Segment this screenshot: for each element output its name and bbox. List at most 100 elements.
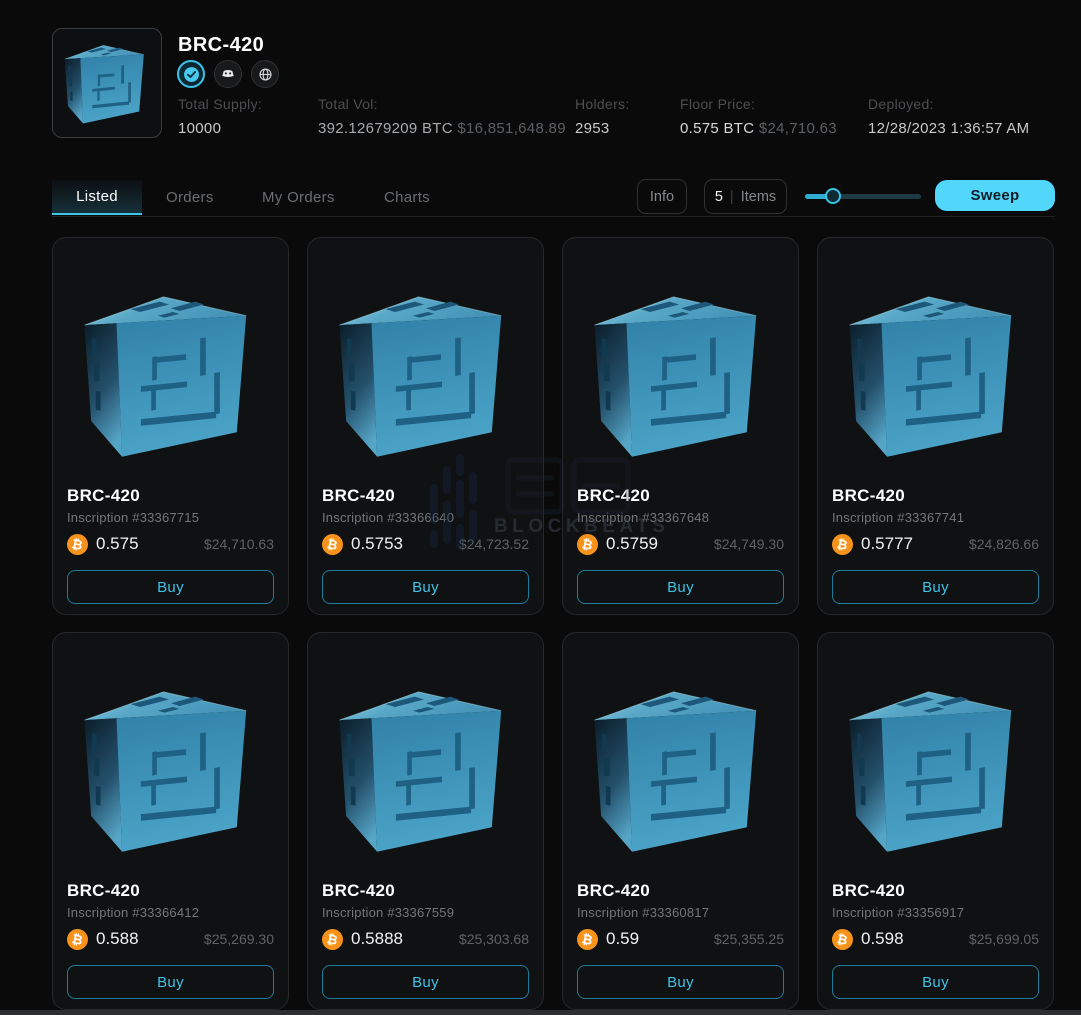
price-usd: $24,826.66	[969, 536, 1039, 552]
price-row: ₿ 0.588 $25,269.30	[67, 927, 274, 951]
stat-label: Deployed:	[868, 96, 1029, 112]
inscription-image	[308, 238, 543, 466]
listed-items-grid: BRC-420 Inscription #33367715 ₿ 0.575 $2…	[52, 237, 1055, 1010]
listing-card[interactable]: BRC-420 Inscription #33367715 ₿ 0.575 $2…	[52, 237, 289, 615]
price-btc: 0.5759	[606, 534, 658, 554]
stat-label: Total Vol:	[318, 96, 566, 112]
sweep-button[interactable]: Sweep	[935, 180, 1055, 211]
cube-image	[587, 675, 775, 863]
card-title: BRC-420	[832, 881, 905, 901]
stat-total-vol: Total Vol: 392.12679209 BTC $16,851,648.…	[318, 96, 566, 137]
cube-image	[77, 280, 265, 468]
buy-button[interactable]: Buy	[832, 570, 1039, 604]
buy-button[interactable]: Buy	[67, 570, 274, 604]
stat-value: 2953	[575, 120, 630, 137]
card-title: BRC-420	[67, 486, 140, 506]
cube-image	[587, 280, 775, 468]
stat-label: Holders:	[575, 96, 630, 112]
bitcoin-icon: ₿	[67, 534, 88, 555]
bitcoin-icon: ₿	[832, 534, 853, 555]
card-title: BRC-420	[322, 881, 395, 901]
inscription-image	[563, 238, 798, 466]
bitcoin-icon: ₿	[577, 534, 598, 555]
listing-card[interactable]: BRC-420 Inscription #33367559 ₿ 0.5888 $…	[307, 632, 544, 1010]
price-btc: 0.588	[96, 929, 139, 949]
items-label: Items	[741, 189, 776, 205]
card-inscription-number: Inscription #33367715	[67, 510, 199, 525]
info-button[interactable]: Info	[637, 179, 687, 214]
tabs-divider	[52, 216, 1055, 217]
price-row: ₿ 0.5777 $24,826.66	[832, 532, 1039, 556]
verified-icon[interactable]	[177, 60, 205, 88]
price-usd: $25,699.05	[969, 931, 1039, 947]
stat-value: 12/28/2023 1:36:57 AM	[868, 120, 1029, 137]
price-row: ₿ 0.598 $25,699.05	[832, 927, 1039, 951]
collection-badges	[177, 60, 279, 88]
listing-card[interactable]: BRC-420 Inscription #33356917 ₿ 0.598 $2…	[817, 632, 1054, 1010]
buy-button[interactable]: Buy	[832, 965, 1039, 999]
price-row: ₿ 0.5759 $24,749.30	[577, 532, 784, 556]
price-row: ₿ 0.575 $24,710.63	[67, 532, 274, 556]
page-title: BRC-420	[178, 34, 264, 57]
bottom-strip	[0, 1010, 1081, 1015]
price-usd: $24,710.63	[204, 536, 274, 552]
buy-button[interactable]: Buy	[322, 570, 529, 604]
card-inscription-number: Inscription #33367648	[577, 510, 709, 525]
card-inscription-number: Inscription #33366640	[322, 510, 454, 525]
cube-image	[332, 675, 520, 863]
bitcoin-icon: ₿	[322, 534, 343, 555]
listing-card[interactable]: BRC-420 Inscription #33366412 ₿ 0.588 $2…	[52, 632, 289, 1010]
buy-button[interactable]: Buy	[67, 965, 274, 999]
collection-thumbnail[interactable]	[52, 28, 162, 138]
tab-listed[interactable]: Listed	[52, 180, 142, 215]
price-usd: $24,749.30	[714, 536, 784, 552]
stat-value-usd: $24,710.63	[759, 120, 837, 137]
card-inscription-number: Inscription #33367741	[832, 510, 964, 525]
sweep-quantity-slider[interactable]	[805, 188, 921, 204]
bitcoin-icon: ₿	[322, 929, 343, 950]
bitcoin-icon: ₿	[577, 929, 598, 950]
price-usd: $25,355.25	[714, 931, 784, 947]
inscription-image	[818, 633, 1053, 861]
card-title: BRC-420	[577, 486, 650, 506]
buy-button[interactable]: Buy	[322, 965, 529, 999]
cube-image	[842, 675, 1030, 863]
slider-knob[interactable]	[825, 188, 841, 204]
listing-card[interactable]: BRC-420 Inscription #33367648 ₿ 0.5759 $…	[562, 237, 799, 615]
inscription-image	[53, 238, 288, 466]
price-btc: 0.5753	[351, 534, 403, 554]
card-title: BRC-420	[577, 881, 650, 901]
price-row: ₿ 0.5753 $24,723.52	[322, 532, 529, 556]
inscription-image	[308, 633, 543, 861]
cube-image	[77, 675, 265, 863]
bitcoin-icon: ₿	[832, 929, 853, 950]
price-btc: 0.598	[861, 929, 904, 949]
card-inscription-number: Inscription #33356917	[832, 905, 964, 920]
tab-charts[interactable]: Charts	[384, 180, 430, 215]
cube-image	[842, 280, 1030, 468]
tab-orders[interactable]: Orders	[166, 180, 214, 215]
stat-deployed: Deployed: 12/28/2023 1:36:57 AM	[868, 96, 1029, 137]
price-btc: 0.59	[606, 929, 639, 949]
price-usd: $25,303.68	[459, 931, 529, 947]
stat-value-btc: 392.12679209 BTC	[318, 120, 453, 137]
buy-button[interactable]: Buy	[577, 570, 784, 604]
listing-card[interactable]: BRC-420 Inscription #33367741 ₿ 0.5777 $…	[817, 237, 1054, 615]
price-usd: $25,269.30	[204, 931, 274, 947]
price-row: ₿ 0.5888 $25,303.68	[322, 927, 529, 951]
price-row: ₿ 0.59 $25,355.25	[577, 927, 784, 951]
discord-icon[interactable]	[214, 60, 242, 88]
items-separator: |	[730, 189, 734, 205]
card-inscription-number: Inscription #33366412	[67, 905, 199, 920]
cube-image	[61, 37, 153, 129]
card-title: BRC-420	[832, 486, 905, 506]
buy-button[interactable]: Buy	[577, 965, 784, 999]
items-count-button[interactable]: 5 | Items	[704, 179, 787, 214]
tab-my-orders[interactable]: My Orders	[262, 180, 335, 215]
listing-card[interactable]: BRC-420 Inscription #33360817 ₿ 0.59 $25…	[562, 632, 799, 1010]
bitcoin-icon: ₿	[67, 929, 88, 950]
stat-value-btc: 0.575 BTC	[680, 120, 754, 137]
globe-icon[interactable]	[251, 60, 279, 88]
price-btc: 0.5888	[351, 929, 403, 949]
listing-card[interactable]: BRC-420 Inscription #33366640 ₿ 0.5753 $…	[307, 237, 544, 615]
